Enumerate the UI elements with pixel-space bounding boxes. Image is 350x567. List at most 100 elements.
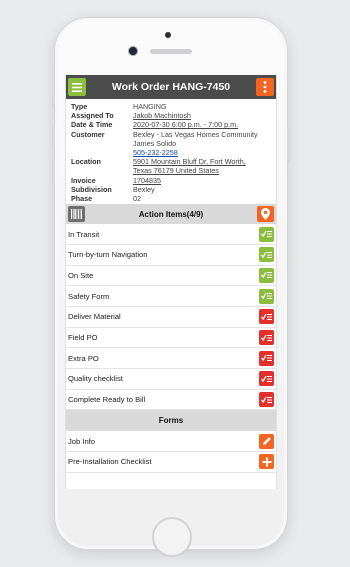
phone-power-button [287, 128, 290, 162]
barcode-scan-button[interactable] [68, 206, 85, 223]
detail-row: James Solido [71, 139, 272, 148]
detail-value: 1704835 [133, 175, 161, 185]
forms-title: Forms [158, 416, 184, 426]
detail-row: Subdivision Bexley [71, 185, 272, 194]
checklist-status-button[interactable] [259, 371, 274, 387]
detail-value: 5901 Mountain Bluff Dr, Fort Worth, [133, 157, 246, 167]
kebab-icon [263, 81, 267, 93]
checklist-status-button[interactable] [259, 309, 274, 325]
detail-value: 02 [133, 194, 141, 204]
menu-button[interactable] [68, 78, 86, 96]
action-item[interactable]: Safety Form [66, 286, 276, 307]
detail-row: Type HANGING [71, 102, 272, 111]
pencil-icon [262, 437, 271, 446]
action-items-title: Action Items(4/9) [138, 209, 204, 219]
action-item-label: Extra PO [68, 353, 99, 363]
action-item-label: Complete Ready to Bill [68, 395, 146, 405]
action-item[interactable]: In Transit [66, 224, 276, 245]
detail-row: Invoice 1704835 [71, 176, 272, 185]
checklist-icon [261, 334, 272, 341]
action-item-label: Deliver Material [68, 312, 121, 322]
add-form-button[interactable] [259, 454, 274, 470]
detail-value: Bexley - Las Vegas Homes Community [133, 129, 258, 139]
checklist-status-button[interactable] [259, 288, 274, 304]
detail-value: 2020-07-30 6:00 p.m. - 7:00 p.m. [133, 120, 239, 130]
phone-volume-up [52, 125, 55, 151]
detail-value: Jakob Machintosh [133, 111, 191, 121]
checklist-status-button[interactable] [259, 226, 274, 242]
phone-sensor [165, 32, 171, 38]
detail-label [71, 139, 133, 148]
action-item[interactable]: Complete Ready to Bill [66, 390, 276, 411]
action-item[interactable]: Turn-by-turn Navigation [66, 245, 276, 266]
form-item[interactable]: Job Info [66, 431, 276, 453]
form-item[interactable]: Pre-Installation Checklist [66, 452, 276, 473]
form-item-label: Pre-Installation Checklist [68, 457, 152, 467]
action-item[interactable]: Field PO [66, 328, 276, 349]
detail-label [71, 166, 133, 175]
checklist-status-button[interactable] [259, 350, 274, 366]
detail-label: Phase [71, 194, 93, 204]
detail-label: Assigned To [71, 111, 114, 121]
checklist-icon [261, 293, 272, 300]
more-options-button[interactable] [255, 78, 274, 96]
home-button[interactable] [152, 517, 192, 557]
detail-label: Location [71, 157, 101, 167]
detail-value[interactable]: 505-232-2258 [133, 148, 178, 157]
detail-label: Customer [71, 129, 105, 139]
location-pin-button[interactable] [257, 206, 274, 223]
edit-form-button[interactable] [259, 433, 274, 449]
barcode-icon [71, 209, 82, 220]
front-camera [129, 47, 137, 55]
checklist-icon [261, 272, 272, 279]
phone-volume-down [52, 160, 55, 186]
phone-speaker [150, 49, 192, 54]
action-items-header: Action Items(4/9) [66, 204, 276, 225]
detail-value: James Solido [133, 138, 177, 148]
work-order-details: Type HANGING Assigned To Jakob Machintosh Da… [66, 99, 276, 204]
action-item-label: In Transit [68, 229, 100, 239]
checklist-icon [261, 375, 272, 383]
app-screen: Work Order HANG-7450 Type HANGING Assigned… [65, 75, 277, 489]
detail-value: Texas 76179 United States [133, 166, 219, 176]
hamburger-icon [72, 82, 82, 92]
forms-list: Job Info Pre-Installation Checklist [66, 431, 276, 473]
top-bar: Work Order HANG-7450 [66, 75, 276, 99]
action-item[interactable]: Quality checklist [66, 369, 276, 390]
checklist-status-button[interactable] [259, 267, 274, 283]
action-item[interactable]: On Site [66, 266, 276, 287]
checklist-icon [261, 396, 272, 403]
checklist-icon [261, 251, 272, 258]
action-item-label: Field PO [68, 333, 98, 343]
detail-label: Type [71, 102, 88, 111]
action-item[interactable]: Deliver Material [66, 307, 276, 328]
map-pin-icon [261, 208, 270, 221]
detail-row: Texas 76179 United States [71, 166, 272, 175]
phone-side-button [52, 95, 55, 109]
detail-row: 505-232-2258 [71, 148, 272, 157]
form-item-label: Job Info [68, 436, 96, 446]
detail-row: Phase 02 [71, 194, 272, 203]
detail-label: Date & Time [71, 120, 113, 130]
plus-icon [262, 457, 271, 467]
checklist-status-button[interactable] [259, 330, 274, 346]
detail-row: Date & Time 2020-07-30 6:00 p.m. - 7:00 p… [71, 120, 272, 129]
detail-label [71, 148, 133, 157]
detail-value: HANGING [133, 102, 167, 111]
action-item-label: Safety Form [68, 291, 110, 301]
checklist-icon [261, 313, 272, 320]
checklist-status-button[interactable] [259, 247, 274, 263]
action-item-label: Turn-by-turn Navigation [68, 250, 148, 260]
action-items-list: In Transit Turn-by-turn Navigation On Site… [66, 224, 276, 411]
detail-value: Bexley [133, 184, 155, 194]
detail-label: Subdivision [71, 184, 112, 194]
detail-label: Invoice [71, 175, 96, 185]
checklist-status-button[interactable] [259, 392, 274, 408]
page-title: Work Order HANG-7450 [111, 81, 231, 93]
detail-row: Location 5901 Mountain Bluff Dr, Fort Wor… [71, 157, 272, 166]
action-item-label: Quality checklist [68, 374, 123, 384]
action-item[interactable]: Extra PO [66, 348, 276, 370]
forms-header: Forms [66, 410, 276, 432]
detail-row: Assigned To Jakob Machintosh [71, 111, 272, 120]
checklist-icon [261, 355, 272, 362]
